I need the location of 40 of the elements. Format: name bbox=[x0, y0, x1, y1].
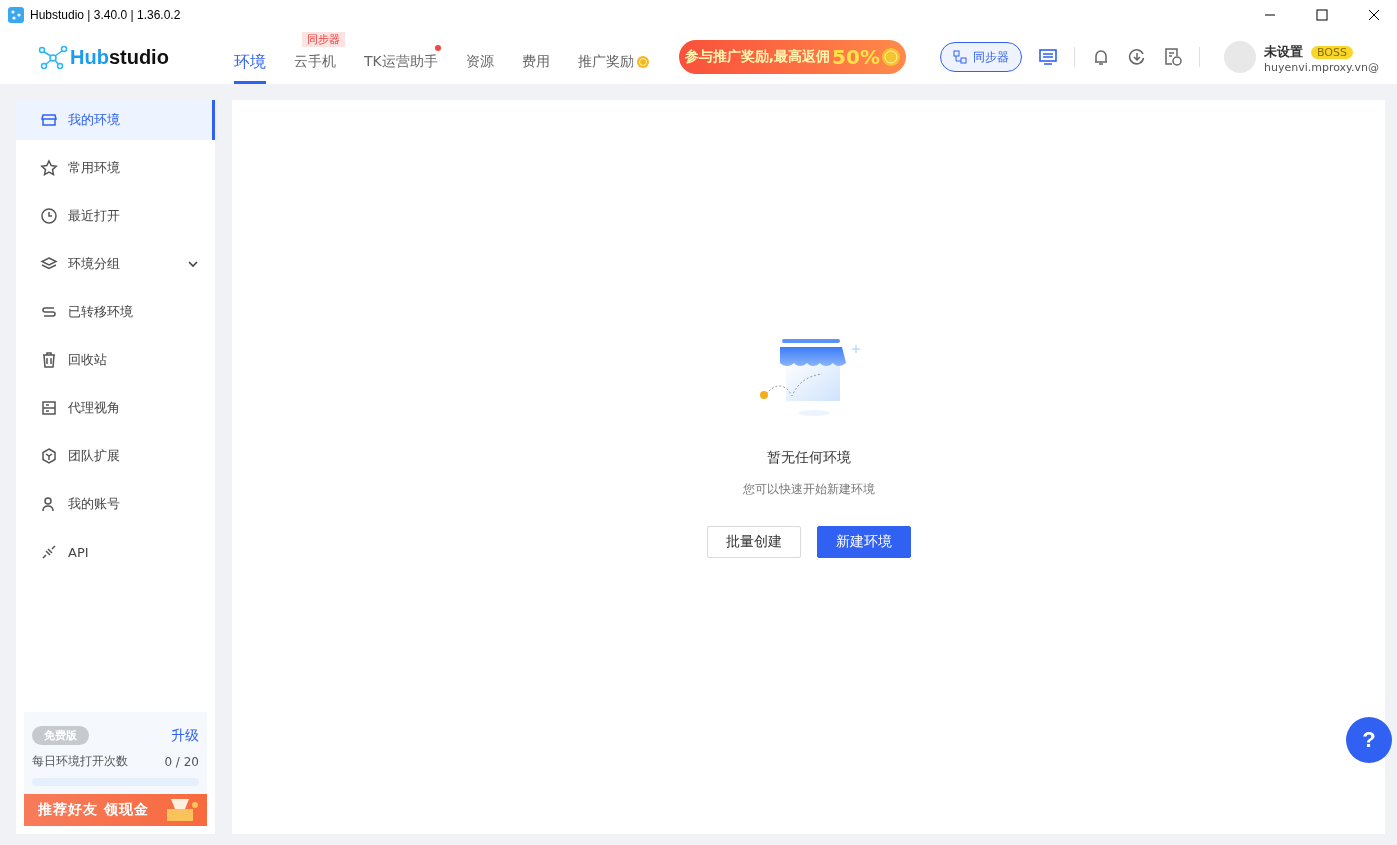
plan-badge: 免费版 bbox=[32, 726, 89, 745]
maximize-icon bbox=[1316, 9, 1328, 21]
nav-tab[interactable]: 费用 bbox=[521, 30, 550, 84]
monitor-icon[interactable] bbox=[1037, 47, 1058, 67]
plug-icon bbox=[40, 543, 58, 561]
window-title: Hubstudio | 3.40.0 | 1.36.0.2 bbox=[30, 8, 182, 22]
referral-text: 推荐好友 领现金 bbox=[38, 801, 149, 819]
store-icon bbox=[40, 111, 58, 129]
empty-state-subtitle: 您可以快速开始新建环境 bbox=[742, 480, 875, 498]
app-logo-icon bbox=[8, 7, 24, 23]
promo-percent: 50% bbox=[832, 45, 880, 69]
download-sync-icon[interactable] bbox=[1126, 47, 1147, 67]
usage-label: 每日环境打开次数 bbox=[32, 753, 128, 770]
batch-create-button[interactable]: 批量创建 bbox=[706, 525, 801, 558]
user-name: 未设置 bbox=[1263, 43, 1303, 59]
coin-icon bbox=[881, 48, 900, 66]
network-logo-icon bbox=[38, 45, 68, 69]
sidebar-item[interactable]: 我的环境 bbox=[16, 100, 215, 140]
cube-icon bbox=[40, 447, 58, 465]
usage-count: 0 / 20 bbox=[164, 754, 199, 769]
nav-tab[interactable]: 资源 bbox=[465, 30, 494, 84]
sync-button[interactable]: 同步器 bbox=[939, 42, 1022, 72]
close-icon bbox=[1368, 9, 1380, 21]
nav-tab[interactable]: 推广奖励 bbox=[577, 30, 649, 84]
user-email: huyenvi.mproxy.vn@ bbox=[1263, 60, 1379, 74]
tab-badge: 同步器 bbox=[302, 32, 346, 47]
promo-text: 参与推广奖励,最高返佣 bbox=[684, 48, 831, 66]
empty-state-title: 暂无任何环境 bbox=[766, 448, 851, 467]
brand-logo: Hubstudio bbox=[70, 45, 169, 69]
list-icon bbox=[40, 399, 58, 417]
trash-icon bbox=[40, 351, 58, 369]
clock-icon bbox=[40, 207, 58, 225]
star-icon bbox=[40, 159, 58, 177]
schedule-icon[interactable] bbox=[1162, 47, 1183, 67]
nav-tab[interactable]: TK运营助手 bbox=[364, 30, 438, 84]
plan-badge: BOSS bbox=[1310, 45, 1353, 59]
create-button[interactable]: 新建环境 bbox=[816, 525, 911, 558]
sync-icon bbox=[952, 50, 967, 64]
upgrade-link[interactable]: 升级 bbox=[171, 726, 199, 745]
nav-tab[interactable]: 环境 bbox=[234, 30, 266, 84]
